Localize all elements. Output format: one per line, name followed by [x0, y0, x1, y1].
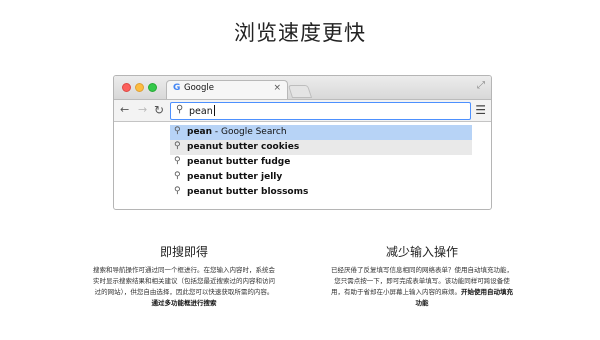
tab-title: Google: [184, 83, 214, 93]
new-tab-button[interactable]: [287, 85, 313, 98]
text-cursor: [213, 105, 215, 116]
reload-icon[interactable]: ↻: [154, 103, 164, 117]
suggestion-item[interactable]: ⚲ peanut butter jelly: [170, 170, 472, 185]
menu-icon[interactable]: ☰: [475, 103, 486, 117]
suggestion-text: pean: [187, 126, 213, 137]
search-icon: ⚲: [174, 186, 181, 196]
tab-close-icon[interactable]: ×: [273, 83, 281, 93]
suggestion-text: peanut butter cookies: [187, 141, 300, 152]
autofill-link-continued[interactable]: 功能: [292, 298, 552, 309]
toolbar: ← → ↻ ⚲ pean ☰: [114, 99, 491, 122]
search-icon: ⚲: [174, 156, 181, 166]
suggestion-item[interactable]: ⚲ pean - Google Search: [170, 125, 472, 140]
back-icon[interactable]: ←: [120, 103, 129, 117]
maximize-window-button[interactable]: [148, 83, 157, 92]
minimize-window-button[interactable]: [135, 83, 144, 92]
omnibox-suggestions: ⚲ pean - Google Search ⚲ peanut butter c…: [170, 125, 472, 200]
suggestion-text: peanut butter jelly: [187, 171, 283, 182]
suggestion-suffix: - Google Search: [212, 126, 287, 137]
forward-icon[interactable]: →: [138, 103, 147, 117]
suggestion-text: peanut butter fudge: [187, 156, 291, 167]
description-line: 搜索和导航操作可通过同一个框进行。在您输入内容时，系统会: [93, 266, 275, 274]
less-typing-description: 已经厌倦了反复填写信息相同的网络表单？使用自动填充功能， 您只需点按一下，即可完…: [292, 265, 552, 309]
title-bar: G Google × ⤢: [114, 76, 491, 99]
browser-window: G Google × ⤢ ← → ↻ ⚲ pean ☰ ⚲ pean - Goo…: [113, 75, 492, 210]
search-icon: ⚲: [174, 171, 181, 181]
suggestion-item[interactable]: ⚲ peanut butter fudge: [170, 155, 472, 170]
omnibox[interactable]: ⚲ pean: [170, 102, 471, 120]
description-line: 用，有助于省却在小屏幕上输入内容的麻烦。: [331, 288, 461, 296]
description-line: 实时显示搜索结果和相关建议（包括您最近搜索过的内容和访问: [93, 277, 275, 285]
fullscreen-icon[interactable]: ⤢: [477, 80, 485, 91]
suggestion-text: peanut butter blossoms: [187, 186, 309, 197]
suggestion-item[interactable]: ⚲ peanut butter blossoms: [170, 185, 472, 200]
search-icon: ⚲: [174, 141, 181, 151]
page-title: 浏览速度更快: [234, 21, 366, 45]
tab-google[interactable]: G Google ×: [166, 80, 288, 99]
description-line: 您只需点按一下，即可完成表单填写。该功能同样可跨设备使: [334, 277, 510, 285]
instant-search-description: 搜索和导航操作可通过同一个框进行。在您输入内容时，系统会 实时显示搜索结果和相关…: [54, 265, 314, 309]
suggestion-item[interactable]: ⚲ peanut butter cookies: [170, 140, 472, 155]
google-favicon-icon: G: [173, 83, 181, 93]
search-icon: ⚲: [176, 104, 184, 115]
description-line: 过的网站），供您自由选择，因此您可以快速获取所需的内容。: [94, 288, 274, 296]
close-window-button[interactable]: [122, 83, 131, 92]
omnibox-search-link[interactable]: 通过多功能框进行搜索: [54, 298, 314, 309]
description-line: 已经厌倦了反复填写信息相同的网络表单？使用自动填充功能，: [331, 266, 513, 274]
search-icon: ⚲: [174, 126, 181, 136]
instant-search-heading: 即搜即得: [159, 245, 208, 259]
less-typing-heading: 减少输入操作: [385, 245, 458, 259]
autofill-link[interactable]: 开始使用自动填充: [461, 288, 513, 296]
omnibox-input[interactable]: pean: [189, 105, 215, 117]
